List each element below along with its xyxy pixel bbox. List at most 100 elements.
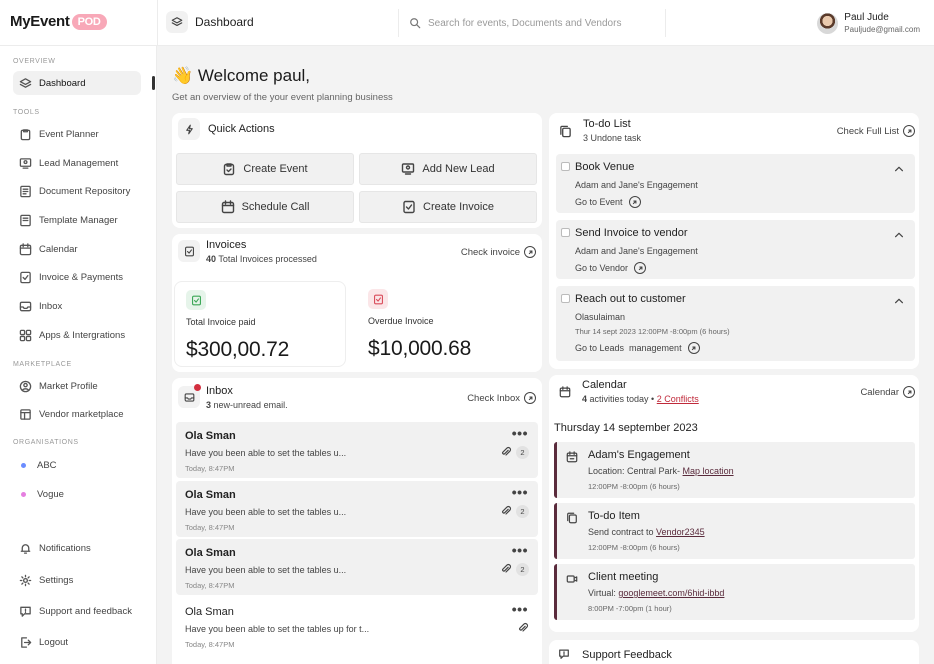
mail-list-item[interactable]: Ola Sman Have you been able to set the t… [176, 481, 538, 537]
event-time: 12:00PM -8:00pm (6 hours) [588, 482, 680, 491]
todo-item[interactable]: Book Venue Adam and Jane's Engagement Go… [556, 154, 915, 213]
todo-title: Reach out to customer [575, 293, 686, 305]
brand-badge: POD [71, 13, 107, 30]
sidebar-item-settings[interactable]: Settings [13, 568, 141, 592]
todo-checkbox[interactable] [561, 294, 570, 303]
sidebar-item-template-manager[interactable]: Template Manager [13, 208, 141, 232]
section-label-marketplace: MARKETPLACE [13, 361, 72, 368]
mail-list-item[interactable]: Ola Sman Have you been able to set the t… [176, 598, 538, 654]
sidebar-item-notifications[interactable]: Notifications [13, 536, 141, 560]
attachment-icon [500, 505, 512, 517]
sidebar-item-dashboard[interactable]: Dashboard [13, 71, 141, 95]
create-invoice-button[interactable]: Create Invoice [359, 191, 537, 223]
attachment-icon [500, 446, 512, 458]
mail-time: Today, 8:47PM [185, 464, 235, 473]
mail-snippet: Have you been able to set the tables u..… [185, 565, 347, 575]
event-detail: Send contract to Vendor2345 [588, 527, 705, 537]
chevron-up-icon[interactable] [893, 229, 905, 241]
search-icon [409, 17, 421, 29]
brand-logo[interactable]: MyEvent POD [10, 13, 107, 30]
gear-icon [19, 574, 32, 587]
sidebar-item-lead-management[interactable]: Lead Management [13, 151, 141, 175]
mail-sender: Ola Sman [185, 430, 236, 442]
overdue-label: Overdue Invoice [368, 316, 434, 326]
go-to-leads-link[interactable]: Go to Leads management [575, 342, 700, 354]
calendar-event[interactable]: Client meeting Virtual: googlemeet.com/6… [554, 564, 915, 620]
sidebar-item-label: Notifications [39, 542, 91, 554]
create-event-button[interactable]: Create Event [176, 153, 354, 185]
link-label: Check invoice [460, 246, 520, 258]
todo-item[interactable]: Send Invoice to vendor Adam and Jane's E… [556, 220, 915, 279]
sidebar-item-invoice-payments[interactable]: Invoice & Payments [13, 265, 141, 289]
sidebar-item-org-vogue[interactable]: Vogue [13, 482, 141, 506]
check-full-list-link[interactable]: Check Full List [837, 125, 915, 137]
attachment-icon [517, 622, 529, 634]
conflicts-link[interactable]: 2 Conflicts [657, 394, 699, 404]
card-title: To-do List [583, 118, 631, 130]
add-new-lead-button[interactable]: Add New Lead [359, 153, 537, 185]
button-label: Create Invoice [423, 201, 494, 213]
mail-time: Today, 8:47PM [185, 581, 235, 590]
sidebar-item-label: ABC [37, 459, 57, 471]
card-title: Calendar [582, 379, 627, 391]
user-menu[interactable]: Paul Jude Pauljude@gmail.com [817, 12, 920, 34]
sidebar-item-calendar[interactable]: Calendar [13, 237, 141, 261]
event-time: 8:00PM -7:00pm (1 hour) [588, 604, 672, 613]
template-icon [19, 214, 32, 227]
sidebar-item-org-abc[interactable]: ABC [13, 453, 141, 477]
user-email: Pauljude@gmail.com [844, 25, 920, 34]
more-options-icon[interactable]: ••• [512, 425, 528, 441]
more-options-icon[interactable]: ••• [512, 542, 528, 558]
sidebar-item-label: Market Profile [39, 380, 98, 392]
link-label: Go to Vendor [575, 263, 629, 273]
attachment-count: 2 [516, 505, 529, 518]
card-title: Inbox [206, 385, 233, 397]
calendar-link[interactable]: Calendar [860, 386, 915, 398]
support-feedback-card: Support Feedback [549, 640, 919, 664]
lead-icon [401, 162, 415, 176]
chevron-up-icon[interactable] [893, 295, 905, 307]
total-invoice-paid-tile: Total Invoice paid $300,00.72 [174, 281, 346, 367]
todo-checkbox[interactable] [561, 162, 570, 171]
quick-actions-header: Quick Actions [178, 118, 275, 140]
activities-text: activities today • [589, 394, 655, 404]
sidebar-item-vendor-marketplace[interactable]: Vendor marketplace [13, 402, 141, 426]
check-invoice-link[interactable]: Check invoice [461, 246, 536, 258]
support-chat-icon [558, 648, 570, 660]
todo-item[interactable]: Reach out to customer Olasulaiman Thur 1… [556, 286, 915, 361]
sidebar-item-inbox[interactable]: Inbox [13, 294, 141, 318]
more-options-icon[interactable]: ••• [512, 484, 528, 500]
vendor-link[interactable]: Vendor2345 [656, 527, 705, 537]
go-to-event-link[interactable]: Go to Event [575, 196, 641, 208]
mail-sender: Ola Sman [185, 489, 236, 501]
sidebar-item-event-planner[interactable]: Event Planner [13, 122, 141, 146]
attachment-icon [500, 563, 512, 575]
overdue-check-icon [368, 289, 388, 309]
check-inbox-link[interactable]: Check Inbox [467, 392, 536, 404]
meeting-link[interactable]: googlemeet.com/6hid-ibbd [618, 588, 724, 598]
todo-checkbox[interactable] [561, 228, 570, 237]
go-to-vendor-link[interactable]: Go to Vendor [575, 262, 647, 274]
map-location-link[interactable]: Map location [683, 466, 734, 476]
attachment-count: 2 [516, 446, 529, 459]
sidebar-item-label: Invoice & Payments [39, 271, 123, 283]
sidebar-item-market-profile[interactable]: Market Profile [13, 374, 141, 398]
card-title: Invoices [206, 239, 247, 251]
sidebar-item-support[interactable]: Support and feedback [13, 599, 141, 623]
sidebar-item-document-repository[interactable]: Document Repository [13, 179, 141, 203]
divider [157, 0, 158, 46]
sidebar-item-label: Template Manager [39, 214, 118, 226]
search-input[interactable] [428, 17, 648, 29]
sidebar-item-apps[interactable]: Apps & Intergrations [13, 323, 141, 347]
chevron-up-icon[interactable] [893, 163, 905, 175]
mail-list-item[interactable]: Ola Sman Have you been able to set the t… [176, 539, 538, 595]
schedule-call-button[interactable]: Schedule Call [176, 191, 354, 223]
calendar-event[interactable]: Adam's Engagement Location: Central Park… [554, 442, 915, 498]
more-options-icon[interactable]: ••• [512, 601, 528, 617]
mail-list-item[interactable]: Ola Sman Have you been able to set the t… [176, 422, 538, 478]
calendar-event[interactable]: To-do Item Send contract to Vendor2345 1… [554, 503, 915, 559]
button-label: Add New Lead [422, 163, 495, 175]
sidebar-item-logout[interactable]: Logout [13, 630, 141, 654]
todo-title: Book Venue [575, 161, 635, 173]
invoice-check-icon [19, 271, 32, 284]
